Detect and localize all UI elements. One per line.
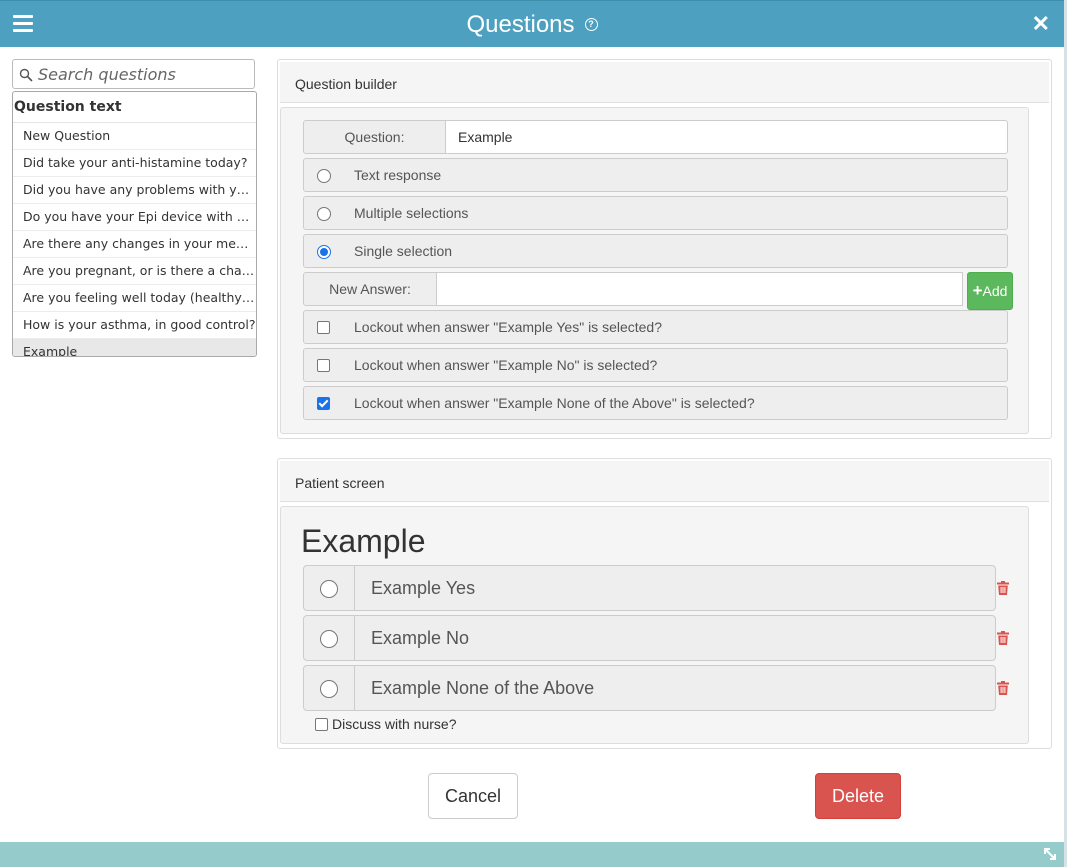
question-list-header: Question text	[13, 92, 256, 123]
new-answer-label: New Answer:	[303, 272, 437, 306]
discuss-label: Discuss with nurse?	[332, 716, 457, 732]
type-radio-single[interactable]	[317, 245, 331, 259]
lockout-label: Lockout when answer "Example None of the…	[342, 386, 1008, 420]
question-builder-header: Question builder	[280, 62, 1049, 103]
type-radio-text[interactable]	[317, 169, 331, 183]
patient-screen-header: Patient screen	[280, 461, 1049, 502]
type-radio-box	[303, 196, 343, 230]
patient-screen-heading: Patient screen	[295, 475, 385, 491]
close-x-icon[interactable]: ✕	[1032, 11, 1050, 37]
patient-answer-option[interactable]: Example No	[303, 615, 996, 661]
type-option-label: Single selection	[342, 234, 1008, 268]
lockout-label: Lockout when answer "Example No" is sele…	[342, 348, 1008, 382]
answer-label: Example None of the Above	[354, 665, 996, 711]
answer-radio[interactable]	[320, 630, 338, 648]
question-circle-icon[interactable]: ?	[584, 18, 598, 32]
question-list: Question text New Question Did take your…	[12, 91, 257, 357]
question-builder-body: Question: Text response Multiple selecti…	[280, 107, 1029, 434]
answer-radio-box	[303, 615, 355, 661]
patient-screen-panel: Patient screen Example Example Yes Examp…	[277, 458, 1052, 749]
resize-icon[interactable]	[1042, 846, 1058, 862]
trash-icon[interactable]	[997, 631, 1009, 645]
patient-answer-option[interactable]: Example Yes	[303, 565, 996, 611]
type-option-text[interactable]: Text response	[303, 158, 1008, 192]
type-option-single[interactable]: Single selection	[303, 234, 1008, 268]
answer-radio[interactable]	[320, 580, 338, 598]
title-bar: Questions? ✕	[0, 0, 1064, 47]
new-answer-input[interactable]	[436, 272, 963, 306]
question-input[interactable]	[445, 120, 1008, 154]
lockout-row[interactable]: Lockout when answer "Example None of the…	[303, 386, 1008, 420]
patient-screen-body: Example Example Yes Example No Example N…	[280, 506, 1029, 744]
question-row: Question:	[303, 120, 1008, 154]
lockout-checkbox-box	[303, 348, 343, 382]
discuss-with-nurse[interactable]: Discuss with nurse?	[315, 716, 457, 732]
type-option-label: Multiple selections	[342, 196, 1008, 230]
lockout-row[interactable]: Lockout when answer "Example No" is sele…	[303, 348, 1008, 382]
search-box[interactable]	[12, 59, 255, 89]
new-answer-row: New Answer:	[303, 272, 963, 306]
type-radio-box	[303, 234, 343, 268]
question-list-item-selected[interactable]: Example	[13, 339, 256, 356]
lockout-checkbox-box	[303, 386, 343, 420]
search-input[interactable]	[38, 62, 250, 86]
patient-question-title: Example	[301, 523, 426, 559]
question-label: Question:	[303, 120, 446, 154]
answer-radio-box	[303, 565, 355, 611]
type-radio-box	[303, 158, 343, 192]
add-answer-button[interactable]: +Add	[967, 272, 1013, 310]
type-option-label: Text response	[342, 158, 1008, 192]
answer-label: Example Yes	[354, 565, 996, 611]
add-answer-label: Add	[982, 283, 1008, 299]
lockout-checkbox-checked[interactable]	[317, 397, 330, 410]
delete-button[interactable]: Delete	[815, 773, 901, 819]
type-option-multiple[interactable]: Multiple selections	[303, 196, 1008, 230]
lockout-label: Lockout when answer "Example Yes" is sel…	[342, 310, 1008, 344]
question-list-item[interactable]: Are you pregnant, or is there a chance y…	[13, 258, 256, 285]
question-list-item[interactable]: New Question	[13, 123, 256, 150]
lockout-row[interactable]: Lockout when answer "Example Yes" is sel…	[303, 310, 1008, 344]
cancel-button[interactable]: Cancel	[428, 773, 518, 819]
lockout-checkbox[interactable]	[317, 321, 330, 334]
page-title: Questions?	[0, 11, 1064, 39]
trash-icon[interactable]	[997, 581, 1009, 595]
question-list-item[interactable]: Did you have any problems with your last…	[13, 177, 256, 204]
question-list-item[interactable]: Are you feeling well today (healthy, no …	[13, 285, 256, 312]
patient-answer-option[interactable]: Example None of the Above	[303, 665, 996, 711]
type-radio-multiple[interactable]	[317, 207, 331, 221]
discuss-checkbox[interactable]	[315, 718, 328, 731]
answer-radio[interactable]	[320, 680, 338, 698]
answer-radio-box	[303, 665, 355, 711]
lockout-checkbox-box	[303, 310, 343, 344]
question-list-item[interactable]: Do you have your Epi device with you?	[13, 204, 256, 231]
question-list-item[interactable]: How is your asthma, in good control?	[13, 312, 256, 339]
trash-icon[interactable]	[997, 681, 1009, 695]
footer-bar	[0, 842, 1064, 867]
answer-label: Example No	[354, 615, 996, 661]
plus-icon: +	[972, 281, 983, 300]
page-title-text: Questions	[466, 11, 575, 38]
question-builder-panel: Question builder Question: Text response…	[277, 59, 1052, 439]
question-builder-heading: Question builder	[295, 76, 397, 92]
search-icon	[19, 68, 33, 82]
question-list-item[interactable]: Are there any changes in your medication…	[13, 231, 256, 258]
question-list-item[interactable]: Did take your anti-histamine today?	[13, 150, 256, 177]
lockout-checkbox[interactable]	[317, 359, 330, 372]
